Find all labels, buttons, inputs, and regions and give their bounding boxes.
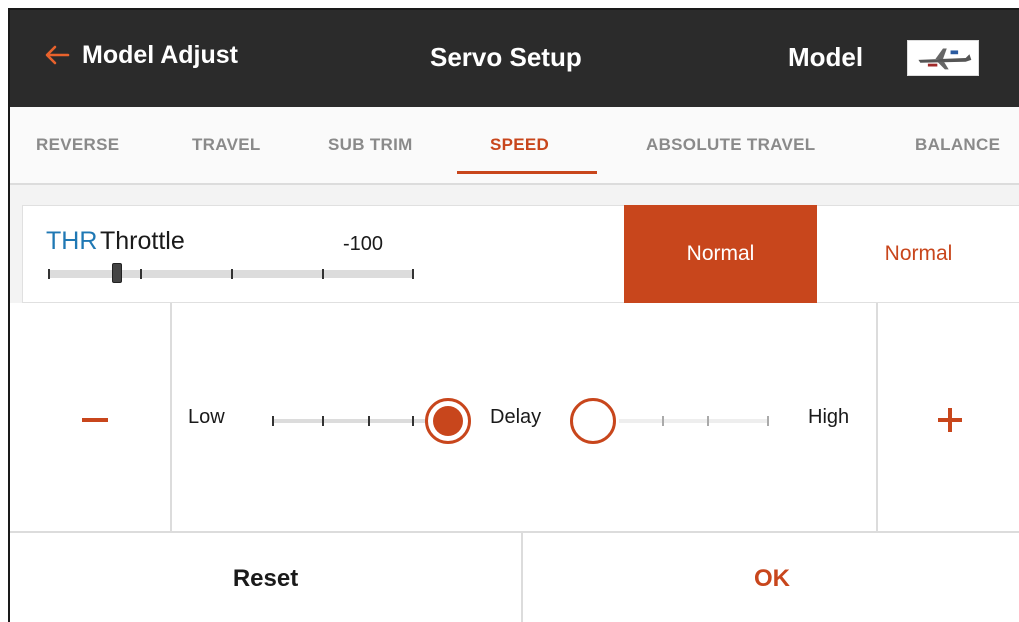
position-indicator: [112, 263, 122, 283]
speed-slider-area: Low Delay High: [172, 303, 876, 533]
delay-high-knob[interactable]: [570, 398, 616, 444]
tab-absolute-travel[interactable]: ABSOLUTE TRAVEL: [646, 135, 815, 155]
channel-row: THR Throttle -100 Normal Normal: [10, 185, 1019, 303]
tab-balance[interactable]: BALANCE: [915, 135, 1000, 155]
track-tick: [412, 416, 414, 426]
position-tick: [231, 269, 233, 279]
active-tab-indicator: [457, 171, 597, 174]
back-label: Model Adjust: [82, 40, 239, 69]
position-tick: [140, 269, 142, 279]
page-title: Servo Setup: [430, 42, 582, 72]
position-tick: [412, 269, 414, 279]
delay-label: Delay: [490, 406, 542, 428]
model-label: Model: [788, 42, 864, 72]
channel-value: -100: [343, 233, 384, 255]
screen: Model Adjust Servo Setup Model REVERSE T…: [8, 8, 1019, 622]
plus-icon-vertical: [948, 408, 952, 432]
track-tick: [662, 416, 664, 426]
track-tick: [322, 416, 324, 426]
app-header: Model Adjust Servo Setup Model: [10, 10, 1019, 107]
track-tick: [707, 416, 709, 426]
back-button[interactable]: Model Adjust: [42, 40, 238, 70]
airplane-icon: [918, 48, 972, 70]
tab-travel[interactable]: TRAVEL: [192, 135, 261, 155]
channel-name: Throttle: [100, 227, 185, 255]
track-tick: [272, 416, 274, 426]
delay-low-knob[interactable]: [425, 398, 471, 444]
position-tick: [322, 269, 324, 279]
low-label: Low: [188, 406, 225, 428]
model-thumbnail-image[interactable]: [907, 40, 979, 76]
ok-button[interactable]: OK: [523, 533, 1019, 622]
tab-bar: REVERSE TRAVEL SUB TRIM SPEED ABSOLUTE T…: [10, 107, 1019, 185]
reset-button[interactable]: Reset: [10, 533, 523, 622]
track-tick: [368, 416, 370, 426]
channel-abbr: THR: [46, 227, 98, 255]
high-track: [619, 419, 769, 423]
channel-position-bar: [48, 263, 414, 283]
tab-speed[interactable]: SPEED: [490, 135, 549, 155]
minus-icon: [82, 418, 108, 422]
speed-mode-normal-option[interactable]: Normal: [817, 205, 1019, 303]
speed-control-row: Low Delay High: [10, 303, 1019, 533]
tab-sub-trim[interactable]: SUB TRIM: [328, 135, 413, 155]
decrease-button[interactable]: [10, 303, 172, 533]
low-track: [272, 419, 432, 423]
tab-reverse[interactable]: REVERSE: [36, 135, 119, 155]
speed-mode-normal-button[interactable]: Normal: [624, 205, 817, 303]
high-label: High: [808, 406, 850, 428]
action-bar: Reset OK: [10, 533, 1019, 622]
increase-button[interactable]: [876, 303, 1019, 533]
position-tick: [48, 269, 50, 279]
back-arrow-icon: [45, 45, 70, 65]
track-tick: [767, 416, 769, 426]
